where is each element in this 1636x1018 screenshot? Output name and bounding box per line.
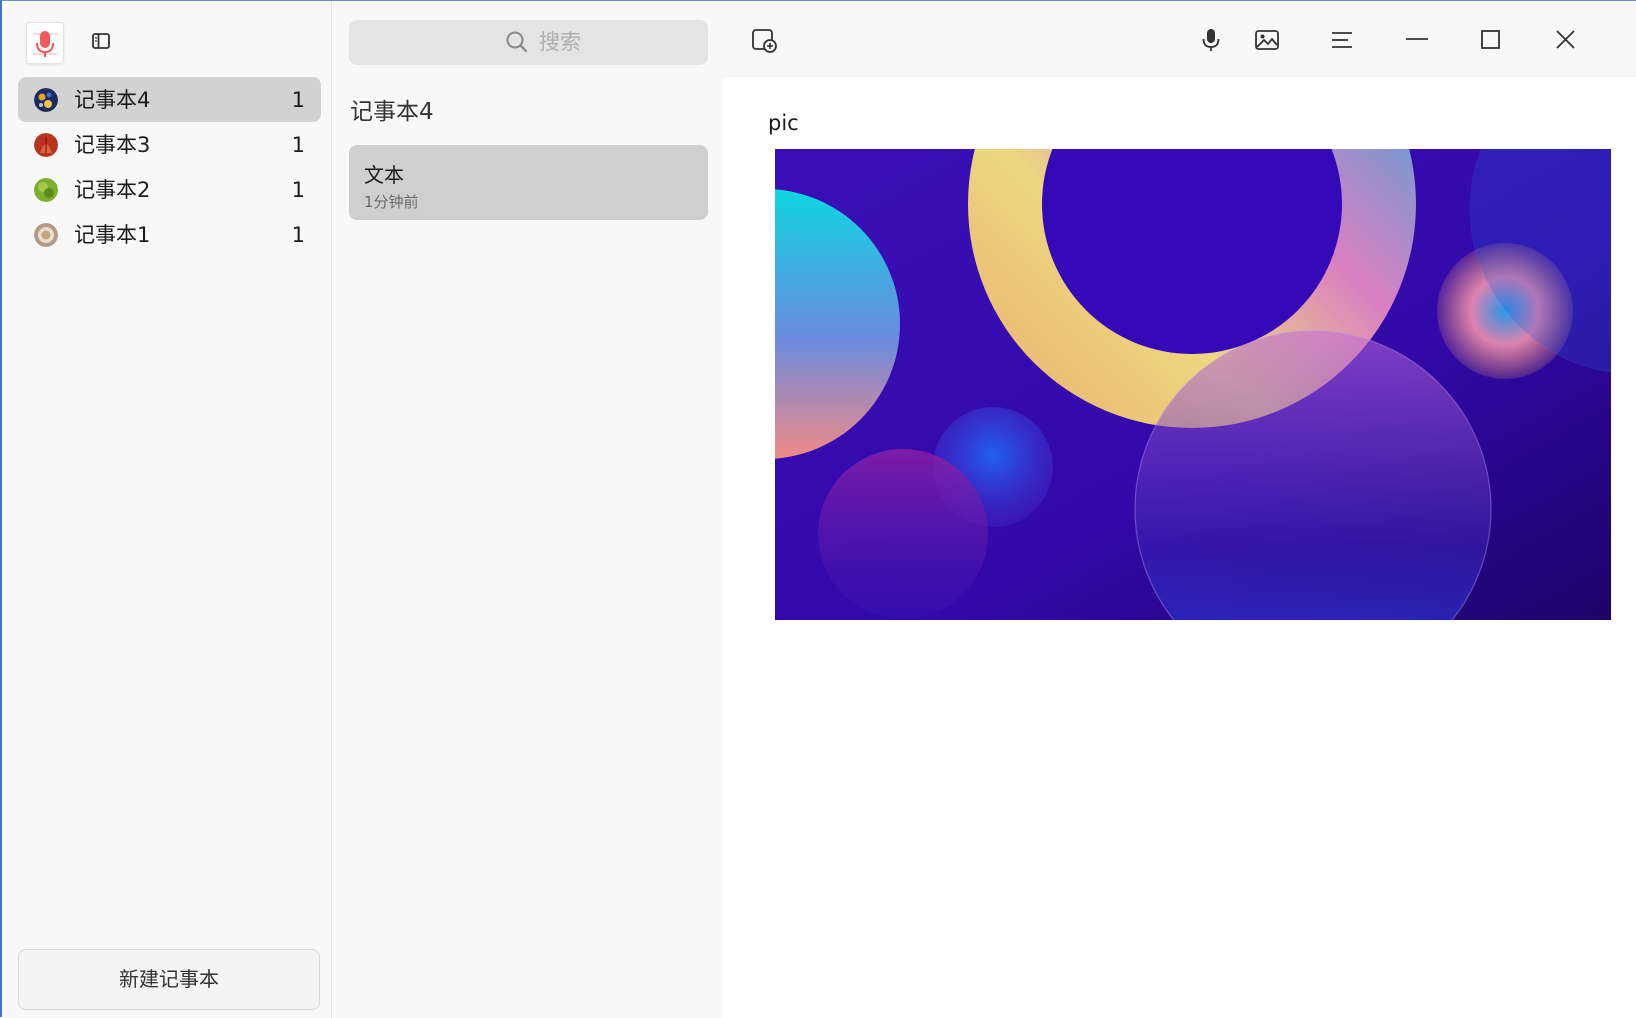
notebook-avatar-icon — [34, 88, 58, 112]
current-notebook-title: 记事本4 — [350, 99, 434, 125]
notebook-sidebar: 记事本4 1 记事本3 1 记事本2 1 记事本1 1 新建记事本 — [4, 2, 332, 1018]
new-note-icon[interactable] — [750, 26, 778, 54]
note-list-panel: 记事本4 文本 1分钟前 — [333, 2, 723, 1018]
notebook-avatar-icon — [34, 178, 58, 202]
notebook-item[interactable]: 记事本4 1 — [18, 77, 321, 122]
notebook-name: 记事本2 — [74, 178, 151, 202]
notebook-name: 记事本4 — [74, 88, 151, 112]
editor-toolbar — [723, 2, 1636, 77]
close-icon[interactable] — [1552, 26, 1580, 54]
image-icon[interactable] — [1253, 26, 1281, 54]
note-body-text[interactable]: pic — [768, 111, 799, 135]
search-icon — [506, 31, 528, 53]
note-embedded-image[interactable] — [775, 149, 1611, 620]
note-title: 文本 — [364, 163, 404, 187]
notebook-item[interactable]: 记事本3 1 — [18, 122, 321, 167]
minimize-icon[interactable] — [1403, 26, 1431, 54]
search-box[interactable] — [349, 20, 708, 65]
note-editor[interactable]: pic — [723, 77, 1636, 1018]
app-logo-icon — [26, 22, 64, 64]
menu-icon[interactable] — [1328, 26, 1356, 54]
new-notebook-button[interactable]: 新建记事本 — [18, 949, 320, 1010]
notebook-count: 1 — [291, 223, 305, 247]
notebook-list: 记事本4 1 记事本3 1 记事本2 1 记事本1 1 — [18, 77, 321, 257]
notebook-count: 1 — [291, 178, 305, 202]
notebook-name: 记事本1 — [74, 223, 151, 247]
notebook-name: 记事本3 — [74, 133, 151, 157]
notes-app-window: 记事本4 1 记事本3 1 记事本2 1 记事本1 1 新建记事本 搜索 记事本… — [0, 0, 1636, 1018]
notebook-count: 1 — [291, 133, 305, 157]
microphone-icon[interactable] — [1197, 26, 1225, 54]
notebook-avatar-icon — [34, 223, 58, 247]
notebook-item[interactable]: 记事本1 1 — [18, 212, 321, 257]
notebook-avatar-icon — [34, 133, 58, 157]
note-timestamp: 1分钟前 — [364, 193, 419, 211]
maximize-icon[interactable] — [1477, 26, 1505, 54]
notebook-item[interactable]: 记事本2 1 — [18, 167, 321, 212]
note-list-item[interactable]: 文本 1分钟前 — [349, 145, 708, 220]
notebook-count: 1 — [291, 88, 305, 112]
search-input[interactable] — [539, 28, 699, 56]
sidebar-toggle-icon[interactable] — [90, 30, 112, 52]
